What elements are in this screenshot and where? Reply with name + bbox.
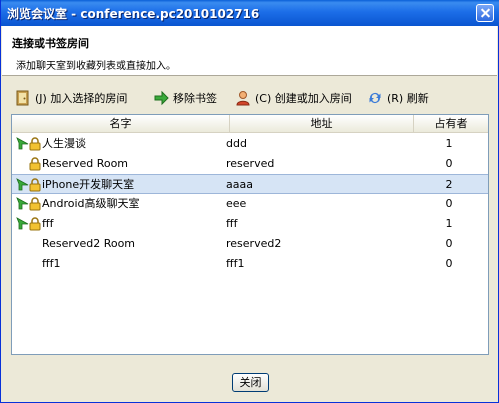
rooms-table[interactable]: 名字 地址 占有者 人生漫谈 ddd 1 Reserved Room reserved 0… xyxy=(11,114,489,355)
refresh-button[interactable]: (R) 刷新 xyxy=(367,88,429,108)
header-panel: 连接或书签房间 添加聊天室到收藏列表或直接加入。 xyxy=(2,26,497,76)
room-address-cell: aaaa xyxy=(226,178,253,191)
remove-bookmark-label: 移除书签 xyxy=(173,92,217,105)
room-name-cell: fff1 xyxy=(42,257,61,270)
room-name-cell: Reserved Room xyxy=(42,157,129,170)
lock-icon xyxy=(29,178,41,192)
table-row[interactable]: iPhone开发聊天室 aaaa 2 xyxy=(12,174,488,194)
room-name-cell: Reserved2 Room xyxy=(42,237,136,250)
room-address-cell: reserved xyxy=(226,157,275,170)
table-row[interactable]: Reserved Room reserved 0 xyxy=(12,154,488,174)
room-occupants-cell: 1 xyxy=(445,217,453,230)
column-header-occupants[interactable]: 占有者 xyxy=(414,115,488,133)
lock-icon xyxy=(29,217,41,231)
remove-bookmark-icon xyxy=(154,90,169,106)
window-close-button[interactable] xyxy=(476,4,494,22)
column-header-name[interactable]: 名字 xyxy=(12,115,230,133)
room-name-cell: fff xyxy=(42,217,54,230)
room-occupants-cell: 0 xyxy=(445,237,453,250)
bookmark-arrow-icon xyxy=(16,197,29,210)
refresh-label: (R) 刷新 xyxy=(387,92,429,105)
bookmark-arrow-icon xyxy=(16,217,29,230)
room-name-cell: iPhone开发聊天室 xyxy=(42,178,135,191)
close-button[interactable]: 关闭 xyxy=(232,373,269,392)
lock-icon xyxy=(29,157,41,171)
room-occupants-cell: 0 xyxy=(445,257,453,270)
remove-bookmark-button[interactable]: 移除书签 xyxy=(153,88,217,108)
lock-icon xyxy=(29,137,41,151)
room-address-cell: fff xyxy=(226,217,238,230)
table-row[interactable]: Android高级聊天室 eee 0 xyxy=(12,194,488,214)
user-icon xyxy=(236,91,250,106)
room-address-cell: eee xyxy=(226,197,247,210)
table-header: 名字 地址 占有者 xyxy=(12,115,488,133)
window-title: 浏览会议室 - conference.pc2010102716 xyxy=(7,7,260,21)
table-row[interactable]: 人生漫谈 ddd 1 xyxy=(12,134,488,154)
create-room-label: (C) 创建或加入房间 xyxy=(255,92,352,105)
room-address-cell: fff1 xyxy=(226,257,245,270)
header-description: 添加聊天室到收藏列表或直接加入。 xyxy=(16,61,176,72)
toolbar: (J) 加入选择的房间 移除书签 (C) 创建或加入房间 (R) 刷新 xyxy=(11,88,491,108)
refresh-icon xyxy=(369,93,381,103)
room-occupants-cell: 2 xyxy=(445,178,453,191)
join-room-button[interactable]: (J) 加入选择的房间 xyxy=(15,88,127,108)
bookmark-arrow-icon xyxy=(16,137,29,150)
room-occupants-cell: 0 xyxy=(445,157,453,170)
bookmark-arrow-icon xyxy=(16,178,29,191)
title-bar[interactable]: 浏览会议室 - conference.pc2010102716 xyxy=(1,0,499,26)
room-occupants-cell: 1 xyxy=(445,137,453,150)
join-room-label: (J) 加入选择的房间 xyxy=(35,92,128,105)
room-address-cell: ddd xyxy=(226,137,247,150)
column-header-address[interactable]: 地址 xyxy=(230,115,414,133)
table-row[interactable]: fff fff 1 xyxy=(12,214,488,234)
create-room-button[interactable]: (C) 创建或加入房间 xyxy=(235,88,352,108)
lock-icon xyxy=(29,197,41,211)
room-name-cell: 人生漫谈 xyxy=(42,137,86,150)
room-occupants-cell: 0 xyxy=(445,197,453,210)
join-room-icon xyxy=(16,90,29,106)
header-title: 连接或书签房间 xyxy=(12,37,89,50)
table-row[interactable]: Reserved2 Room reserved2 0 xyxy=(12,234,488,254)
conference-browser-window: 浏览会议室 - conference.pc2010102716 连接或书签房间 … xyxy=(0,0,499,403)
room-name-cell: Android高级聊天室 xyxy=(42,197,140,210)
table-row[interactable]: fff1 fff1 0 xyxy=(12,254,488,274)
room-address-cell: reserved2 xyxy=(226,237,282,250)
